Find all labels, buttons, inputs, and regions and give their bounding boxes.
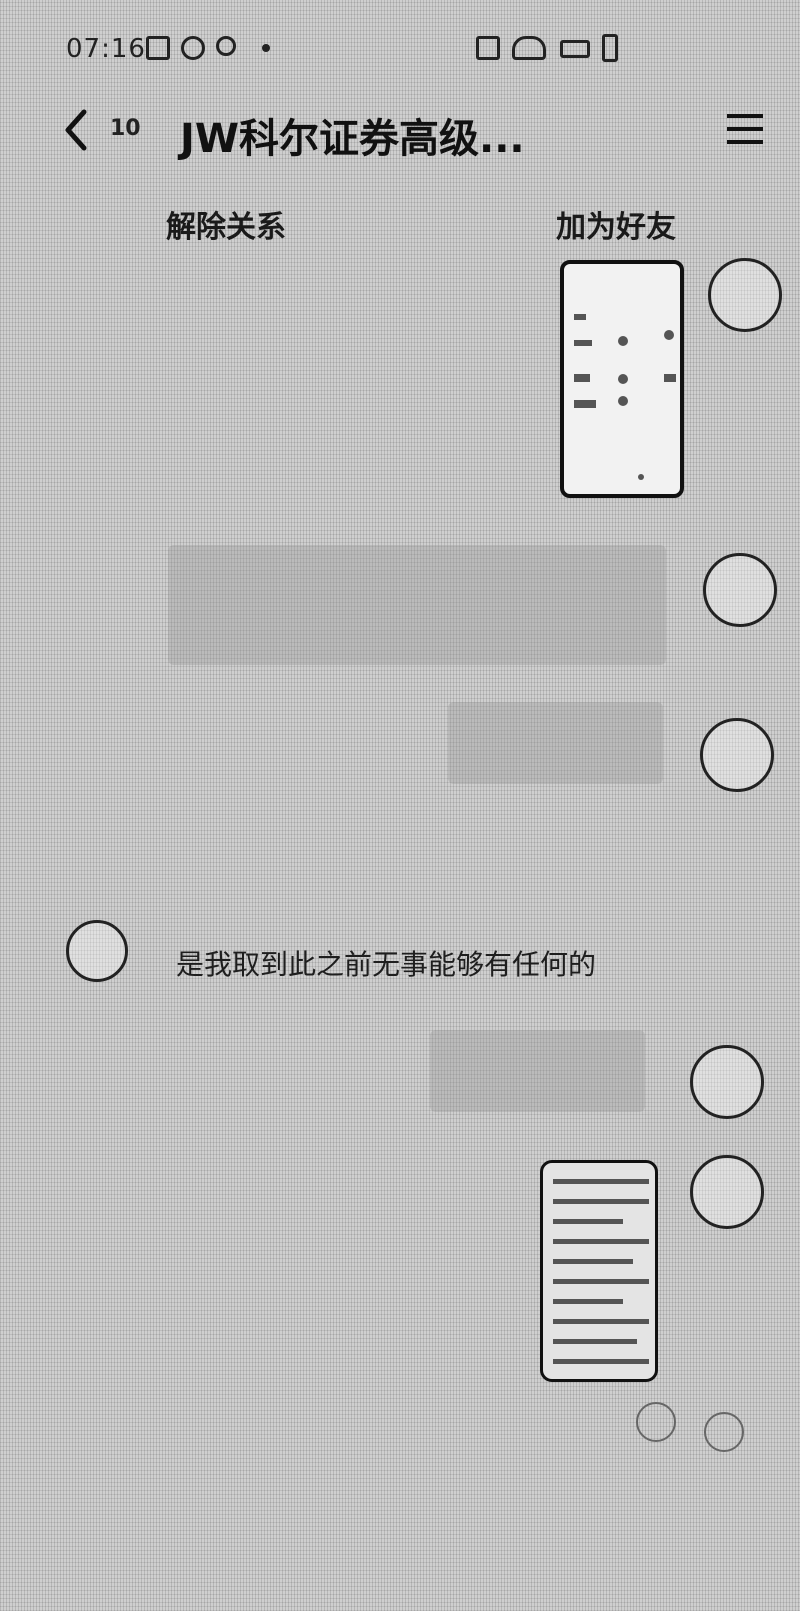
chevron-left-icon[interactable] [62,108,88,152]
relation-bar: 解除关系 加为好友 [0,196,800,246]
chat-header: 10 JW科尔证券高级... [0,96,800,168]
signal-icon [512,36,546,60]
contact-avatar[interactable] [66,920,128,982]
unlink-button[interactable]: 解除关系 [166,202,286,246]
menu-icon[interactable] [727,114,763,146]
add-friend-button[interactable]: 加为好友 [556,202,676,246]
wifi-icon [560,40,590,58]
notification-icon [216,36,236,56]
dot-icon [262,44,270,52]
status-time: 07:16 [66,34,146,64]
chat-icon [476,36,500,60]
image-icon [146,36,170,60]
self-avatar[interactable] [708,258,782,332]
chat-title: JW科尔证券高级... [180,116,525,162]
battery-icon [602,34,618,62]
self-avatar[interactable] [700,718,774,792]
self-avatar[interactable] [703,553,777,627]
round-button[interactable] [704,1412,744,1452]
circle-icon [181,36,205,60]
image-message[interactable] [560,260,684,498]
self-avatar[interactable] [690,1045,764,1119]
image-message[interactable] [540,1160,658,1382]
message-bubble[interactable] [430,1030,645,1112]
status-bar: 07:16 [0,20,800,80]
message-text: 是我取到此之前无事能够有任何的 [176,948,597,981]
message-bubble[interactable] [448,702,663,784]
unread-count: 10 [110,116,141,141]
self-avatar[interactable] [690,1155,764,1229]
message-bubble[interactable] [168,545,666,665]
round-button[interactable] [636,1402,676,1442]
